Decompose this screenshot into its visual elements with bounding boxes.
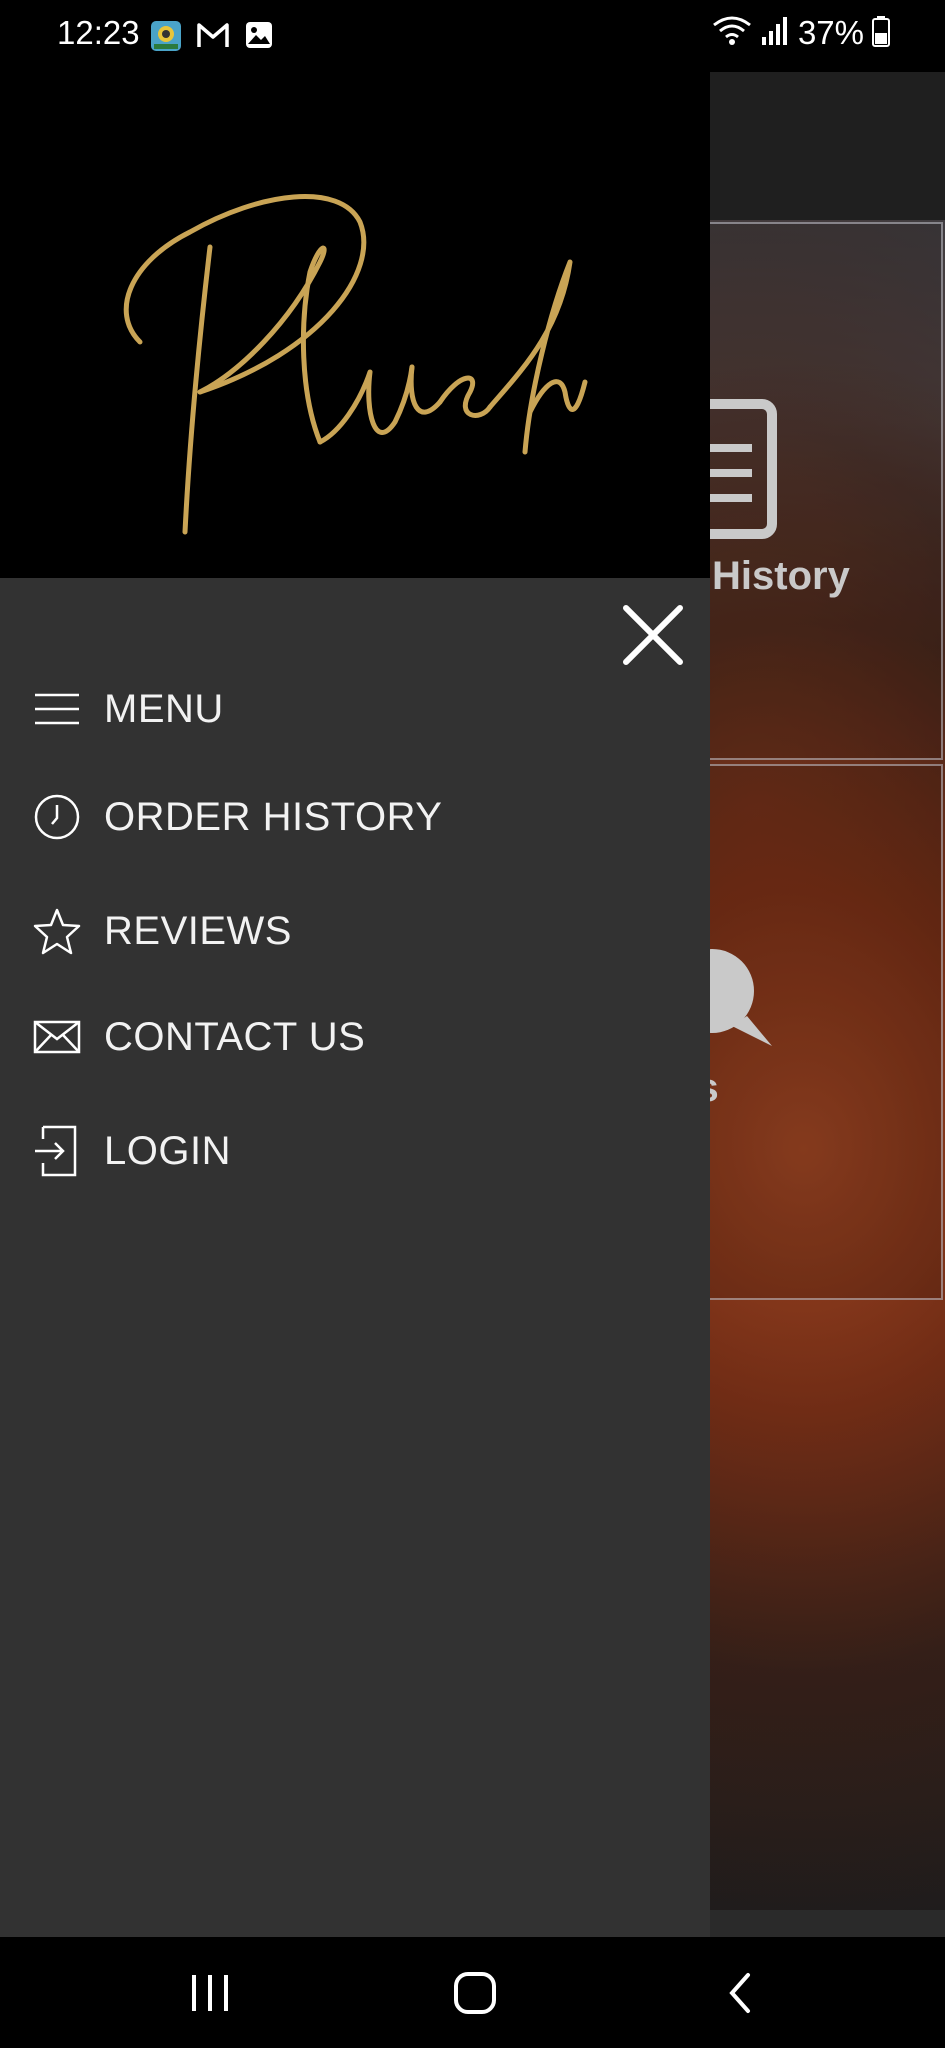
back-icon	[729, 1973, 750, 2013]
drawer-item-menu[interactable]: MENU	[32, 684, 224, 734]
wifi-icon	[712, 15, 752, 52]
gmail-icon	[196, 20, 230, 57]
system-navigation-bar	[0, 1937, 945, 2048]
status-time: 12:23	[57, 14, 140, 51]
signal-icon	[760, 15, 790, 52]
drawer-item-order-history[interactable]: ORDER HISTORY	[32, 792, 442, 842]
drawer-item-reviews[interactable]: REVIEWS	[32, 906, 292, 956]
hamburger-icon	[32, 684, 82, 734]
close-icon	[623, 605, 683, 665]
app-notification-icon	[150, 20, 182, 57]
home-button[interactable]	[445, 1965, 505, 2021]
home-icon	[454, 1972, 496, 2014]
battery-percentage: 37%	[797, 14, 864, 51]
drawer-item-contact-us[interactable]: CONTACT US	[32, 1012, 365, 1062]
recent-apps-button[interactable]	[180, 1965, 240, 2021]
brand-logo	[0, 72, 710, 578]
close-drawer-button[interactable]	[620, 602, 686, 668]
envelope-icon	[32, 1012, 82, 1062]
back-button[interactable]	[710, 1965, 770, 2021]
chat-bubble-icon	[670, 946, 782, 1061]
notification-icons	[150, 20, 274, 57]
battery-icon	[872, 15, 890, 52]
plush-logo-icon	[123, 194, 588, 535]
recent-apps-icon	[192, 1975, 228, 2011]
drawer-item-label: REVIEWS	[104, 908, 292, 953]
drawer-item-label: LOGIN	[104, 1128, 231, 1173]
drawer-item-label: MENU	[104, 686, 224, 731]
tile-history-label: History	[712, 554, 850, 598]
gallery-icon	[244, 20, 274, 57]
login-icon	[32, 1125, 82, 1177]
drawer-item-label: ORDER HISTORY	[104, 794, 443, 839]
clipboard-icon	[657, 394, 782, 549]
system-status-icons: 37%	[712, 14, 890, 52]
clock-icon	[32, 792, 82, 842]
status-bar: 12:23 37%	[0, 0, 945, 72]
drawer-item-label: CONTACT US	[104, 1014, 366, 1059]
navigation-drawer: MENU ORDER HISTORY REVIEWS CONTACT US LO…	[0, 72, 710, 1937]
star-icon	[32, 906, 82, 956]
drawer-item-login[interactable]: LOGIN	[32, 1125, 231, 1177]
